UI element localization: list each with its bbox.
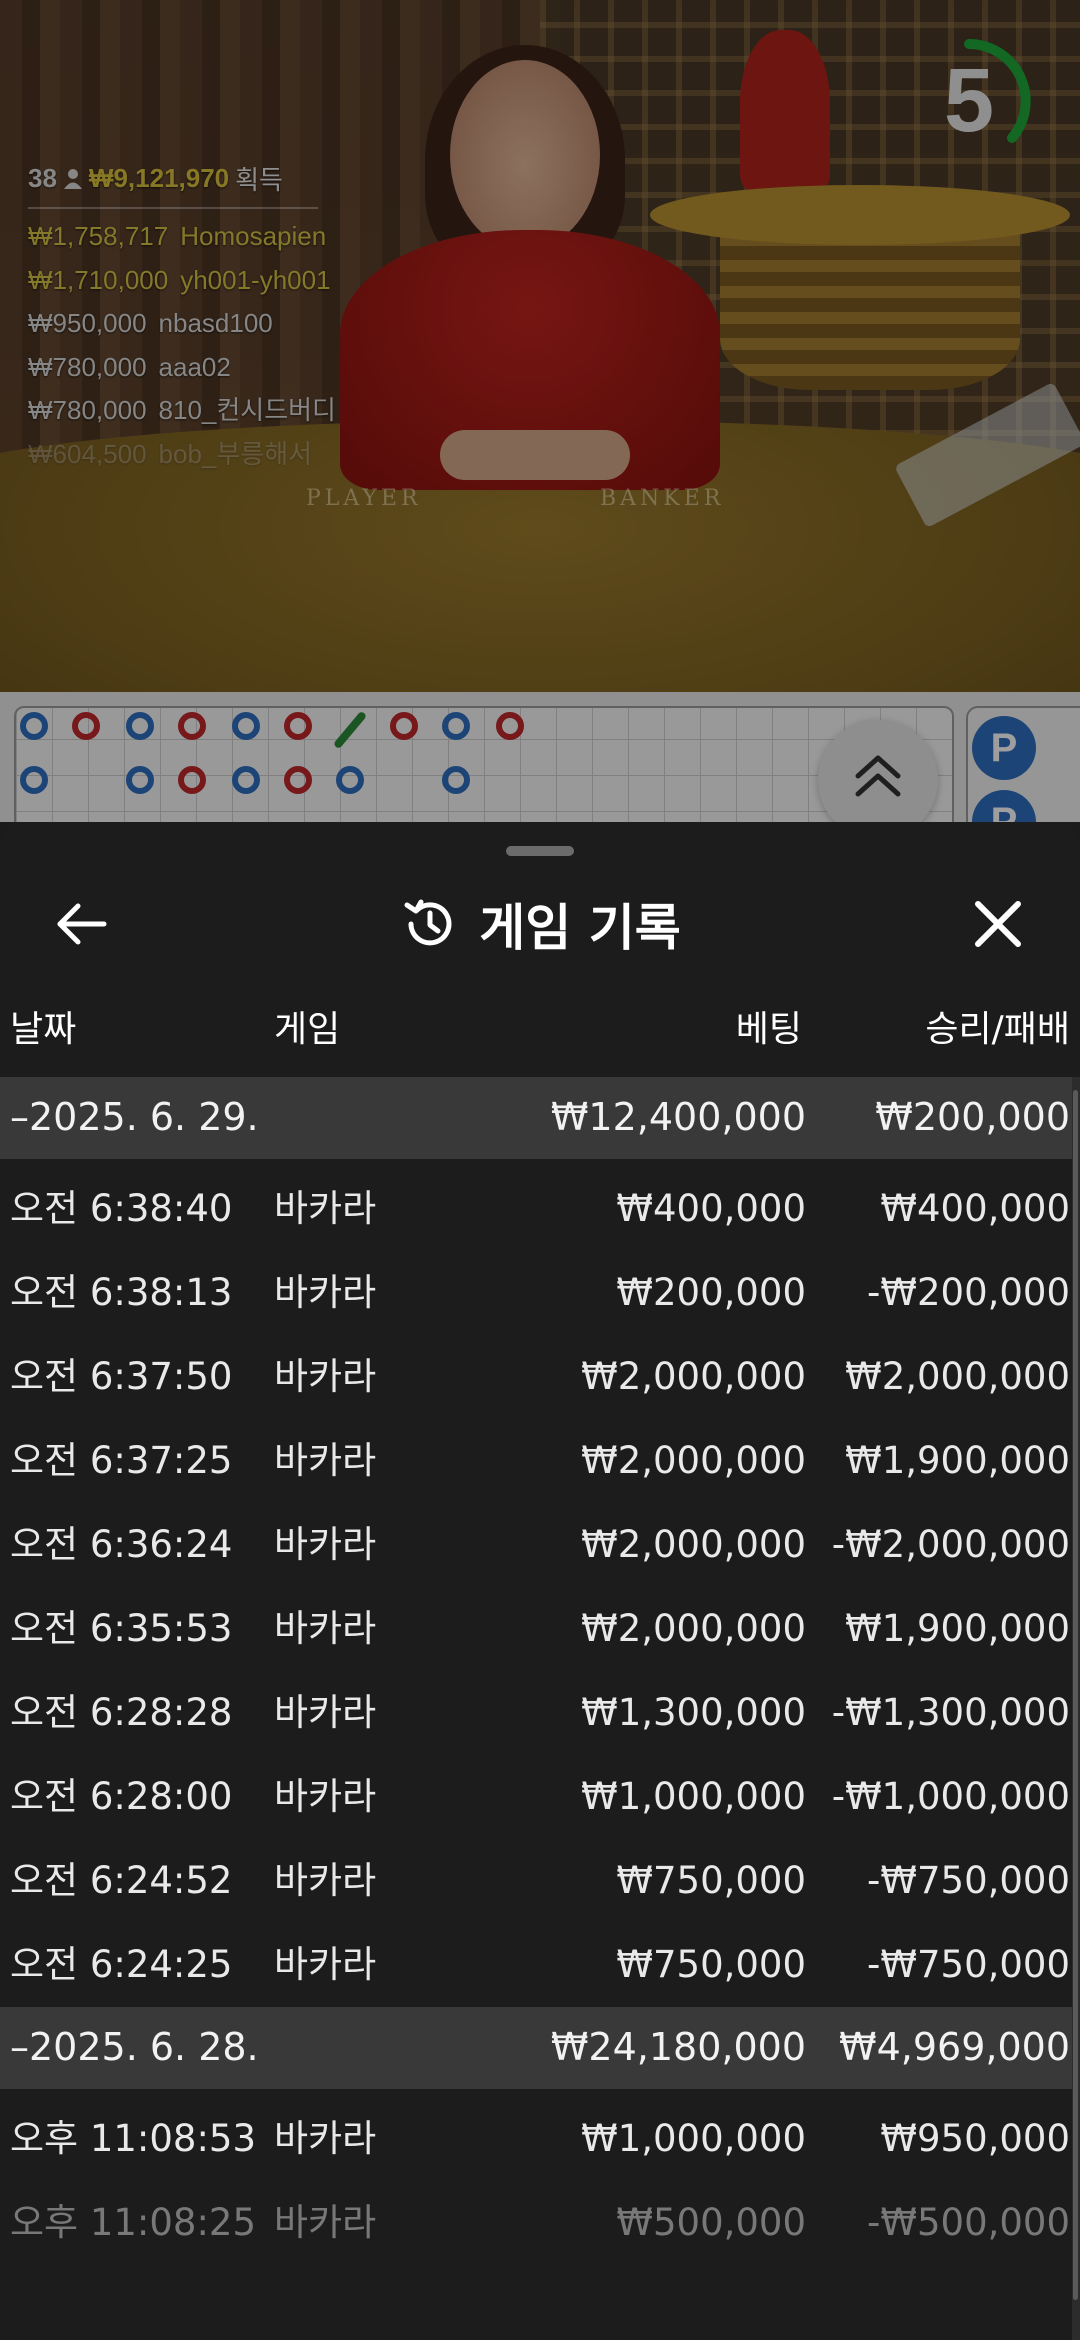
sheet-drag-handle[interactable] bbox=[506, 846, 574, 856]
game-row[interactable]: 오전 6:37:50 바카라 ₩2,000,000 ₩2,000,000 bbox=[0, 1335, 1072, 1419]
sheet-title: 게임 기록 bbox=[479, 899, 681, 957]
game-row[interactable]: 오전 6:38:13 바카라 ₩200,000 -₩200,000 bbox=[0, 1251, 1072, 1335]
dim-overlay[interactable] bbox=[0, 0, 1080, 822]
column-result: 승리/패배 bbox=[925, 1009, 1070, 1050]
day-summary-row[interactable]: –2025. 6. 28. ₩24,180,000 ₩4,969,000 bbox=[0, 2007, 1072, 2089]
sheet-header: 게임 기록 bbox=[0, 882, 1080, 966]
table-header: 날짜 게임 베팅 승리/패배 bbox=[0, 1000, 1080, 1056]
history-icon bbox=[404, 899, 452, 946]
game-row[interactable]: 오전 6:37:25 바카라 ₩2,000,000 ₩1,900,000 bbox=[0, 1419, 1072, 1503]
close-icon bbox=[975, 901, 1021, 947]
game-row[interactable]: 오전 6:38:40 바카라 ₩400,000 ₩400,000 bbox=[0, 1167, 1072, 1251]
game-history-sheet: 게임 기록 날짜 게임 베팅 승리/패배 –2025. 6. 29. ₩12,4… bbox=[0, 822, 1080, 2340]
game-row[interactable]: 오후 11:08:53 바카라 ₩1,000,000 ₩950,000 bbox=[0, 2097, 1072, 2181]
game-row[interactable]: 오전 6:35:53 바카라 ₩2,000,000 ₩1,900,000 bbox=[0, 1587, 1072, 1671]
history-table: –2025. 6. 29. ₩12,400,000 ₩200,000 오전 6:… bbox=[0, 1077, 1080, 2265]
game-row[interactable]: 오전 6:24:52 바카라 ₩750,000 -₩750,000 bbox=[0, 1839, 1072, 1923]
game-row[interactable]: 오전 6:28:28 바카라 ₩1,300,000 -₩1,300,000 bbox=[0, 1671, 1072, 1755]
column-bet: 베팅 bbox=[735, 1009, 802, 1050]
game-row[interactable]: 오전 6:28:00 바카라 ₩1,000,000 -₩1,000,000 bbox=[0, 1755, 1072, 1839]
game-row[interactable]: 오전 6:24:25 바카라 ₩750,000 -₩750,000 bbox=[0, 1923, 1072, 2007]
column-date: 날짜 bbox=[10, 1009, 77, 1050]
column-game: 게임 bbox=[274, 1009, 341, 1050]
game-row[interactable]: 오후 11:08:25 바카라 ₩500,000 -₩500,000 bbox=[0, 2181, 1072, 2265]
day-summary-row[interactable]: –2025. 6. 29. ₩12,400,000 ₩200,000 bbox=[0, 1077, 1072, 1159]
close-button[interactable] bbox=[966, 892, 1030, 956]
game-row[interactable]: 오전 6:36:24 바카라 ₩2,000,000 -₩2,000,000 bbox=[0, 1503, 1072, 1587]
